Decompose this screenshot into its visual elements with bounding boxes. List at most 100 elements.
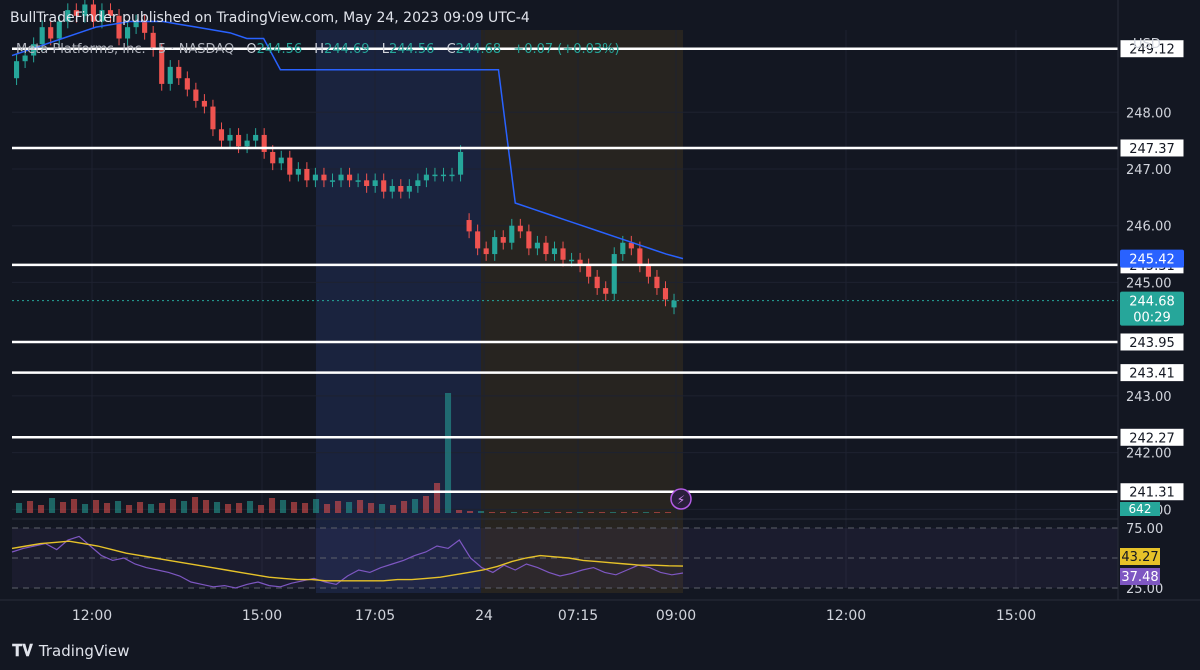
candle-body xyxy=(338,174,344,181)
time-tick-label: 24 xyxy=(475,608,493,624)
candle-body xyxy=(440,174,447,177)
lightning-glyph-icon: ⚡ xyxy=(677,493,685,507)
volume-bar xyxy=(522,512,529,513)
candle-body xyxy=(662,288,669,300)
countdown-label: 00:29 xyxy=(1133,311,1170,326)
candle-body xyxy=(14,61,20,79)
candle-body xyxy=(304,168,310,181)
published-header: BullTradeFinder published on TradingView… xyxy=(10,10,530,26)
volume-bar xyxy=(610,512,617,513)
candle-body xyxy=(526,231,532,249)
volume-bar xyxy=(588,512,595,513)
volume-bar xyxy=(357,500,364,513)
volume-bar xyxy=(555,512,562,513)
volume-bar xyxy=(115,501,122,513)
candle-body xyxy=(125,27,131,39)
volume-bar xyxy=(478,511,485,513)
price-tick-label: 247.00 xyxy=(1126,163,1172,178)
volume-bar xyxy=(467,511,474,513)
candle-body xyxy=(645,265,651,277)
candle-body xyxy=(483,248,489,255)
volume-bar xyxy=(401,501,408,513)
price-tick-label: 243.00 xyxy=(1126,390,1172,405)
candle-body xyxy=(543,242,549,255)
candle-body xyxy=(270,151,276,164)
time-tick-label: 17:05 xyxy=(355,608,395,624)
change-value: +0.07 (+0.03%) xyxy=(513,42,620,57)
candle-body xyxy=(48,27,54,39)
candle-body xyxy=(620,242,626,255)
vwap-price-label: 245.42 xyxy=(1129,253,1175,268)
volume-bar xyxy=(203,500,210,513)
volume-bar xyxy=(643,512,650,513)
candle-body xyxy=(594,276,600,289)
candle-body xyxy=(329,180,336,182)
candle-body xyxy=(295,168,301,175)
candle-body xyxy=(167,66,173,84)
volume-bar xyxy=(148,504,155,513)
volume-bar xyxy=(38,505,45,513)
candle-body xyxy=(287,157,293,175)
candle-body xyxy=(654,276,660,289)
candle-body xyxy=(560,248,566,260)
symbol-name[interactable]: Meta Platforms, Inc. · 5 · NASDAQ xyxy=(16,42,234,57)
candle-body xyxy=(236,134,242,147)
volume-bar xyxy=(225,504,232,513)
candle-body xyxy=(534,242,540,249)
candle-body xyxy=(244,140,250,147)
volume-bar xyxy=(324,504,331,513)
time-tick-label: 15:00 xyxy=(242,608,282,624)
candle-body xyxy=(551,248,558,255)
brand-name: TradingView xyxy=(38,642,130,660)
candle-body xyxy=(475,231,481,249)
level-label: 243.41 xyxy=(1129,367,1175,382)
volume-bar xyxy=(258,505,265,513)
volume-bar xyxy=(16,503,23,513)
volume-bar xyxy=(445,393,452,513)
currency-label[interactable]: USD xyxy=(1133,37,1161,52)
candle-body xyxy=(415,180,421,186)
candle-body xyxy=(611,254,617,294)
volume-bar xyxy=(104,503,111,513)
volume-bar xyxy=(126,505,133,513)
volume-bar xyxy=(665,512,672,513)
high-label: H xyxy=(314,42,325,57)
level-label: 242.27 xyxy=(1129,431,1175,446)
time-tick-label: 12:00 xyxy=(826,608,866,624)
level-label: 247.37 xyxy=(1129,142,1175,157)
volume-bar xyxy=(511,512,518,513)
volume-bar xyxy=(280,500,287,513)
candle-body xyxy=(389,185,395,192)
candle-body xyxy=(423,174,429,181)
candle-body xyxy=(355,180,361,182)
candle-body xyxy=(381,180,387,192)
price-chart[interactable]: 12:00 15:00 17:05 24 07:15 09:00 12:00 15:00 248… xyxy=(0,0,1200,670)
candle-body xyxy=(517,225,523,232)
volume-bar xyxy=(60,502,67,513)
volume-bar xyxy=(71,499,78,513)
volume-bar xyxy=(368,503,375,513)
volume-bar xyxy=(269,498,276,513)
last-price-label: 244.68 xyxy=(1129,295,1175,310)
volume-bar xyxy=(632,512,639,513)
candle-body xyxy=(406,185,412,192)
price-tick-label: 248.00 xyxy=(1126,106,1172,121)
volume-bar xyxy=(379,504,386,513)
candle-body xyxy=(372,180,378,186)
price-tick-label: 246.00 xyxy=(1126,220,1172,235)
rsi-ma-value-label: 43.27 xyxy=(1121,550,1158,565)
rsi-tick-label: 75.00 xyxy=(1126,522,1163,537)
extended-hours-shade xyxy=(481,30,683,593)
volume-bar xyxy=(313,499,320,513)
volume-bar xyxy=(390,505,397,513)
candle-body xyxy=(227,134,233,141)
volume-bar xyxy=(335,501,342,513)
volume-bar xyxy=(159,503,166,513)
volume-bar xyxy=(566,512,573,513)
candle-body xyxy=(364,180,370,186)
volume-bar xyxy=(27,501,34,513)
candle-body xyxy=(184,78,190,90)
candle-body xyxy=(458,151,464,175)
volume-bar xyxy=(346,502,353,513)
candle-body xyxy=(449,174,455,177)
